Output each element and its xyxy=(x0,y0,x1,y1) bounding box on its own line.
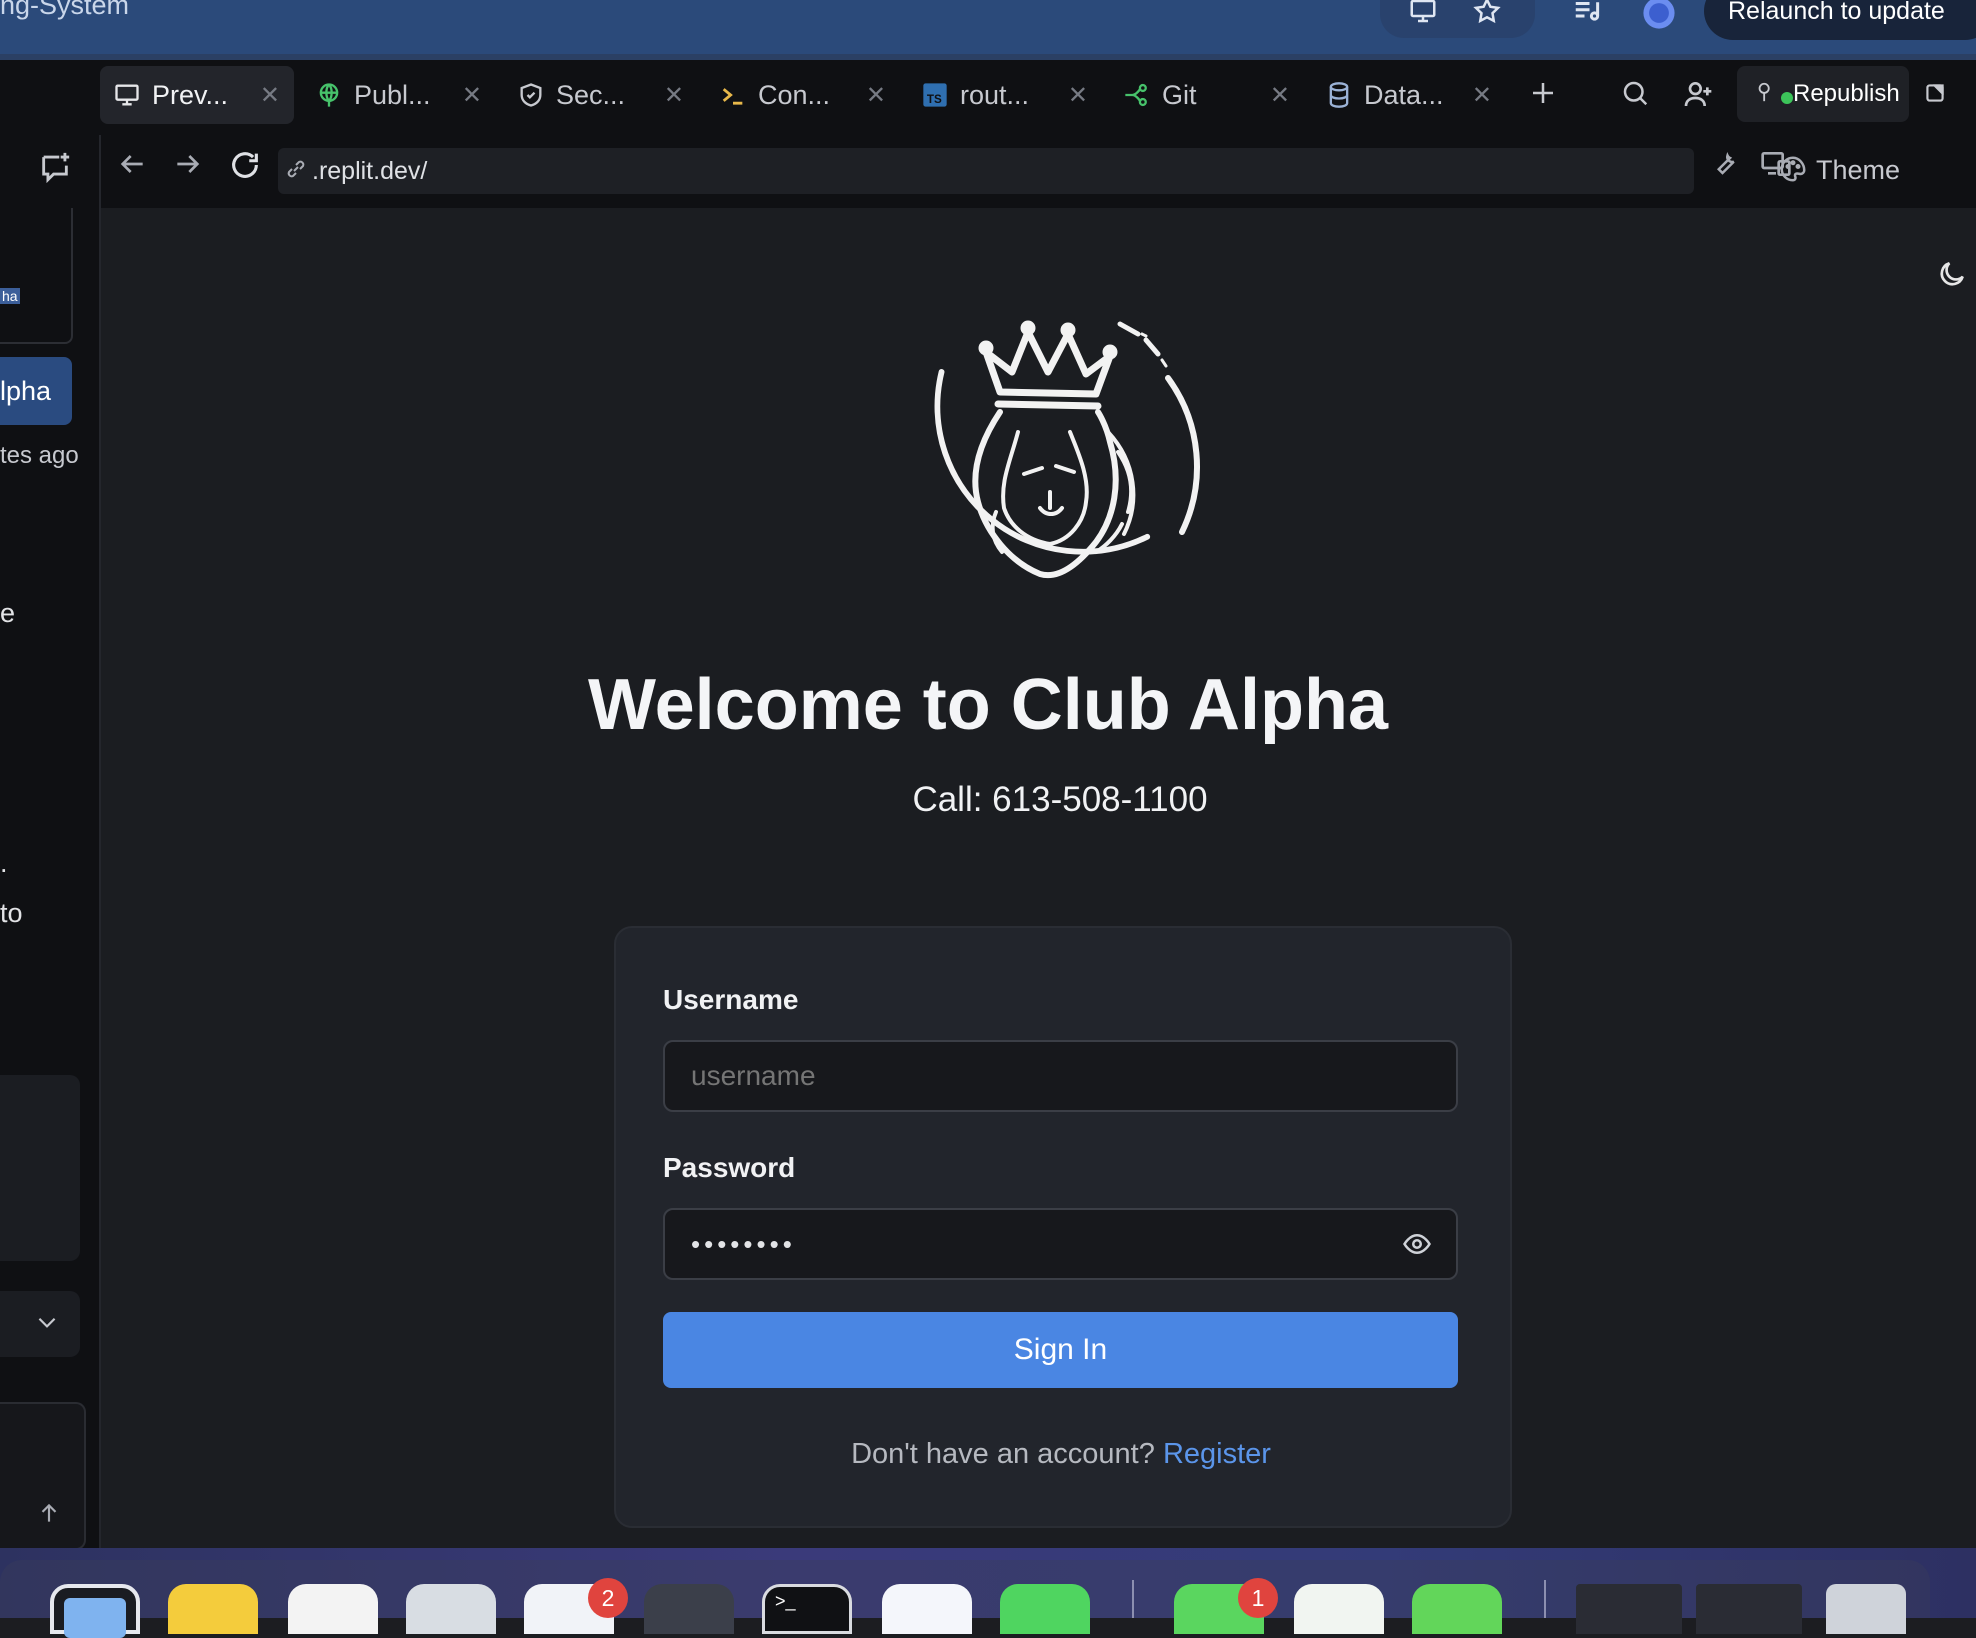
svg-text:TS: TS xyxy=(927,93,942,106)
close-icon[interactable]: ✕ xyxy=(1068,81,1088,110)
devtools-wrench-icon[interactable] xyxy=(1710,148,1746,184)
republish-button[interactable]: Republish xyxy=(1737,66,1909,122)
sidebar-timestamp: tes ago xyxy=(0,442,79,469)
tab-database[interactable]: Data... ✕ xyxy=(1312,66,1506,124)
recent-window-thumbnail[interactable] xyxy=(1576,1584,1682,1634)
system-settings-app-icon[interactable] xyxy=(406,1584,496,1634)
no-account-text: Don't have an account? xyxy=(851,1438,1155,1470)
search-icon[interactable] xyxy=(1620,78,1654,112)
invite-user-icon[interactable] xyxy=(1682,78,1716,112)
sidebar-dropdown[interactable] xyxy=(0,1291,80,1357)
window-title: ng-System xyxy=(0,0,130,20)
globe-icon xyxy=(314,80,344,110)
close-icon[interactable]: ✕ xyxy=(866,81,886,110)
browser-top-bar: ng-System Relaunch to update xyxy=(0,0,1976,54)
url-field[interactable]: .replit.dev/ xyxy=(278,148,1694,194)
sidebar-panel xyxy=(0,1075,80,1261)
trash-app-icon[interactable] xyxy=(1826,1584,1906,1634)
tab-label: Git xyxy=(1162,79,1197,110)
install-app-icon[interactable] xyxy=(1406,0,1440,30)
club-alpha-lion-logo xyxy=(900,312,1220,612)
git-icon xyxy=(1122,80,1152,110)
tab-routes-file[interactable]: TS rout... ✕ xyxy=(908,66,1102,124)
url-text: .replit.dev/ xyxy=(312,157,428,185)
notification-badge: 1 xyxy=(1238,1578,1278,1618)
tab-label: Publ... xyxy=(354,79,431,110)
theme-button[interactable]: Theme xyxy=(1780,150,1901,190)
back-icon[interactable] xyxy=(116,148,152,184)
selected-text-snippet: ha xyxy=(0,288,20,304)
notification-badge: 2 xyxy=(588,1578,628,1618)
safari-app-icon[interactable] xyxy=(644,1584,734,1634)
typescript-icon: TS xyxy=(920,80,950,110)
username-label: Username xyxy=(663,984,799,1015)
password-field[interactable]: •••••••• xyxy=(663,1208,1458,1280)
profile-avatar[interactable] xyxy=(1642,0,1676,30)
register-prompt: Don't have an account? Register xyxy=(0,1438,1976,1471)
media-queue-icon[interactable] xyxy=(1570,0,1604,30)
moon-icon[interactable] xyxy=(1936,258,1968,290)
register-link[interactable]: Register xyxy=(1163,1438,1271,1470)
close-icon[interactable]: ✕ xyxy=(1270,81,1290,110)
sidebar-text-fragment: to xyxy=(0,898,23,928)
palette-icon xyxy=(1778,154,1808,191)
theme-label: Theme xyxy=(1816,154,1901,185)
tab-label: Data... xyxy=(1364,79,1444,110)
tab-secrets[interactable]: Sec... ✕ xyxy=(504,66,698,124)
dock-separator xyxy=(1132,1580,1134,1618)
page-title: Welcome to Club Alpha xyxy=(587,665,1389,745)
tab-label: Con... xyxy=(758,79,831,110)
new-tab-icon[interactable] xyxy=(1528,78,1562,112)
password-label: Password xyxy=(663,1152,796,1183)
chat-input-panel[interactable] xyxy=(0,1402,86,1550)
republish-label: Republish xyxy=(1793,80,1900,107)
terminal-app-icon[interactable]: >_ xyxy=(762,1584,852,1634)
numbers-app-icon[interactable] xyxy=(1294,1584,1384,1634)
sidebar-text-fragment: . xyxy=(0,848,8,878)
tab-console[interactable]: Con... ✕ xyxy=(706,66,900,124)
sidebar-card: ha xyxy=(0,208,73,344)
link-icon xyxy=(284,150,308,196)
window-toggle-icon[interactable] xyxy=(1922,80,1956,114)
tab-label: Prev... xyxy=(152,79,229,110)
shield-icon xyxy=(516,80,546,110)
reload-icon[interactable] xyxy=(228,148,264,184)
sidebar-text-fragment: e xyxy=(0,598,16,628)
forward-icon[interactable] xyxy=(172,148,208,184)
linear-app-icon[interactable] xyxy=(882,1584,972,1634)
bookmark-star-icon[interactable] xyxy=(1470,0,1504,30)
close-icon[interactable]: ✕ xyxy=(260,81,280,110)
finder-app-icon[interactable] xyxy=(50,1584,140,1638)
dock-separator xyxy=(1544,1580,1546,1618)
phone-number: Call: 613-508-1100 xyxy=(912,780,1208,819)
tab-label: Sec... xyxy=(556,79,626,110)
relaunch-button[interactable]: Relaunch to update xyxy=(1704,0,1976,40)
terminal-icon xyxy=(718,80,748,110)
sidebar-item-club-alpha[interactable]: lpha xyxy=(0,357,72,425)
recent-window-thumbnail[interactable] xyxy=(1696,1584,1802,1634)
facetime-app-icon[interactable] xyxy=(1412,1584,1502,1634)
database-icon xyxy=(1324,80,1354,110)
tab-git[interactable]: Git ✕ xyxy=(1110,66,1304,124)
chevron-down-icon xyxy=(34,1309,60,1340)
show-password-eye-icon[interactable] xyxy=(1401,1229,1435,1259)
password-value: •••••••• xyxy=(691,1229,796,1259)
close-icon[interactable]: ✕ xyxy=(664,81,684,110)
tab-label: rout... xyxy=(960,79,1030,110)
notes-app-icon[interactable] xyxy=(168,1584,258,1634)
arrow-up-icon[interactable] xyxy=(36,1500,62,1531)
close-icon[interactable]: ✕ xyxy=(1472,81,1492,110)
textedit-app-icon[interactable] xyxy=(288,1584,378,1634)
address-pill xyxy=(1380,0,1535,38)
username-input[interactable] xyxy=(663,1040,1458,1112)
tab-publishing[interactable]: Publ... ✕ xyxy=(302,66,496,124)
new-chat-icon[interactable] xyxy=(38,150,74,186)
status-dot xyxy=(1781,92,1793,104)
close-icon[interactable]: ✕ xyxy=(462,81,482,110)
tab-preview[interactable]: Prev... ✕ xyxy=(100,66,294,124)
whatsapp-app-icon[interactable] xyxy=(1000,1584,1090,1634)
monitor-icon xyxy=(112,80,142,110)
sign-in-button[interactable]: Sign In xyxy=(663,1312,1458,1388)
republish-icon xyxy=(1755,79,1793,109)
